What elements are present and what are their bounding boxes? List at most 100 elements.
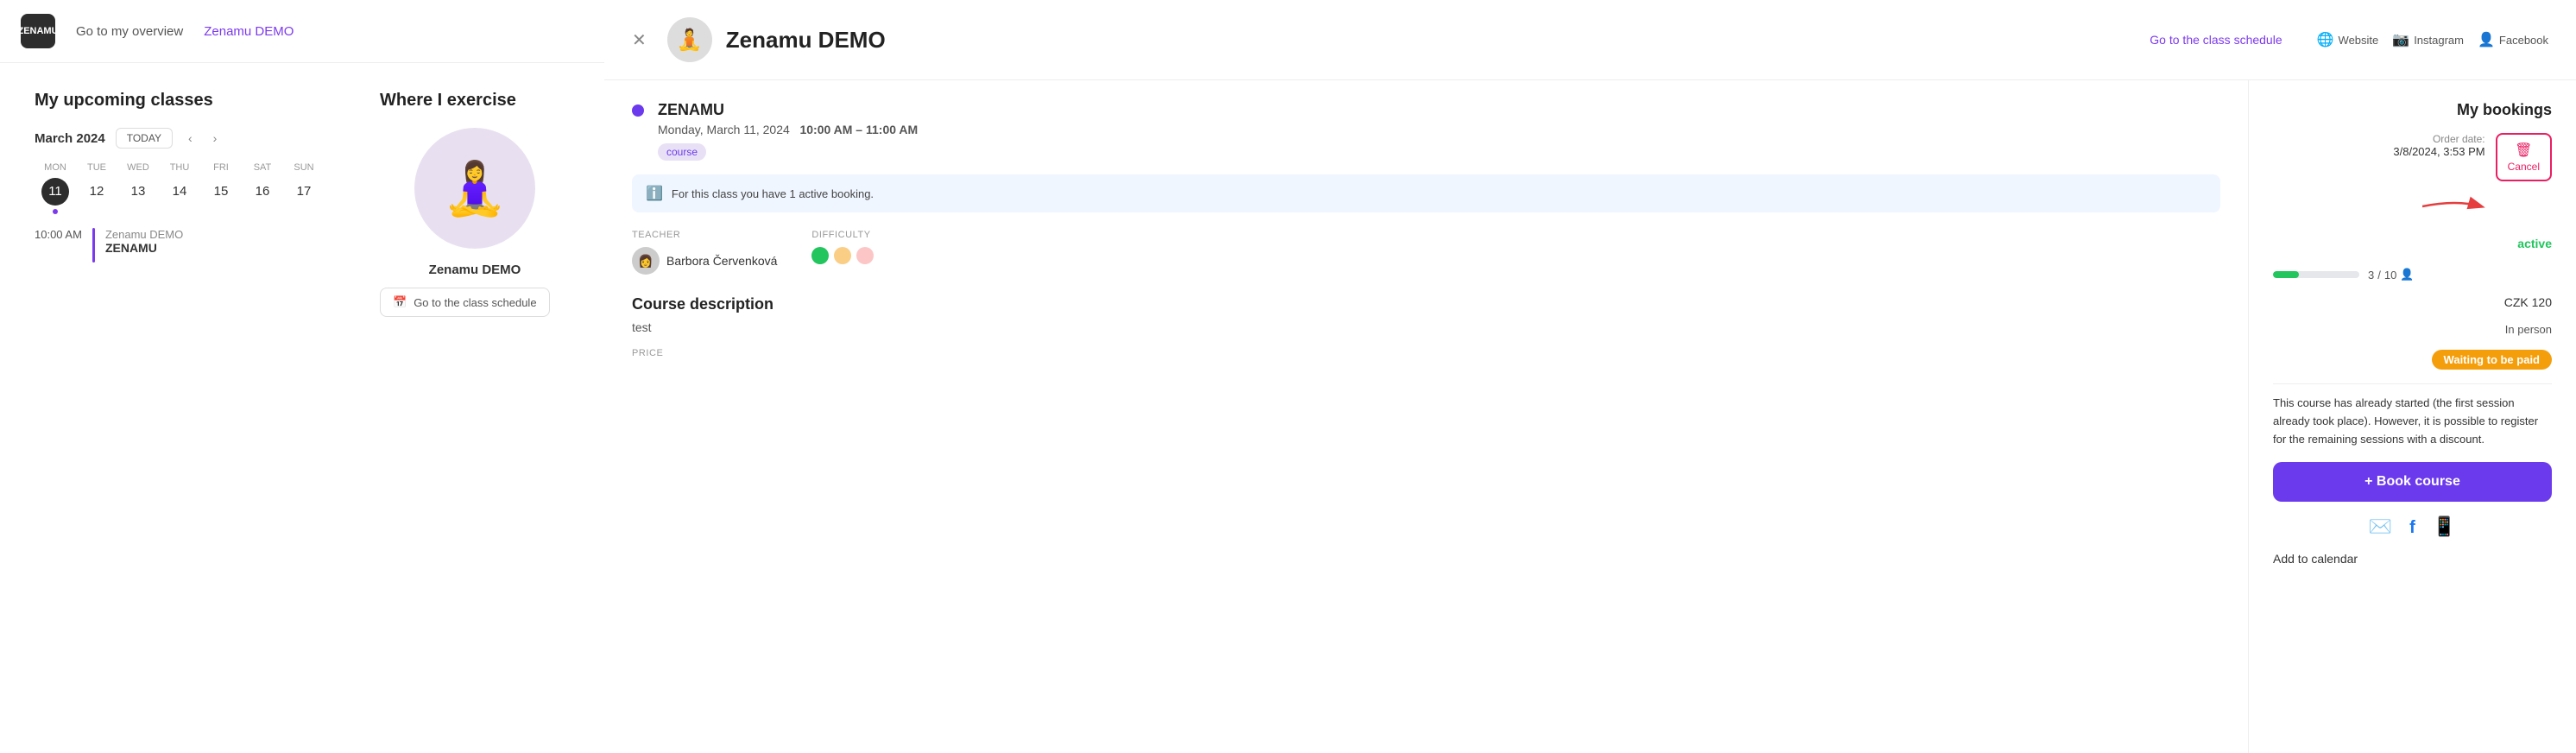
schedule-button[interactable]: 📅 Go to the class schedule [380, 288, 550, 317]
calendar-icon: 📅 [393, 295, 407, 309]
difficulty-dots [811, 247, 874, 264]
event-bar [92, 228, 95, 263]
modal-main: ZENAMU Monday, March 11, 2024 10:00 AM –… [604, 80, 2248, 753]
modal-header: ✕ 🧘 Zenamu DEMO Go to the class schedule… [604, 0, 2576, 80]
day-mon[interactable]: MON 11 [35, 162, 76, 214]
diff-dot-3 [856, 247, 874, 264]
event-row: 10:00 AM Zenamu DEMO ZENAMU [35, 228, 345, 263]
where-title: Where I exercise [380, 91, 570, 111]
add-calendar[interactable]: Add to calendar [2273, 552, 2552, 566]
prev-week-button[interactable]: ‹ [183, 130, 198, 147]
modal-sidebar: My bookings Order date: 3/8/2024, 3:53 P… [2248, 80, 2576, 753]
event-time: 10:00 AM [35, 228, 82, 241]
order-date: 3/8/2024, 3:53 PM [2393, 145, 2484, 158]
diff-dot-2 [834, 247, 851, 264]
where-section: Where I exercise 🧘‍♀️ Zenamu DEMO 📅 Go t… [380, 91, 570, 725]
upcoming-classes-title: My upcoming classes [35, 91, 345, 111]
modal: ✕ 🧘 Zenamu DEMO Go to the class schedule… [604, 0, 2576, 753]
month-label: March 2024 [35, 131, 105, 146]
price-label: PRICE [632, 348, 2220, 358]
facebook-share-icon: f [2409, 518, 2415, 537]
email-icon: ✉️ [2369, 516, 2392, 537]
today-button[interactable]: TODAY [116, 128, 173, 149]
upcoming-classes: My upcoming classes March 2024 TODAY ‹ ›… [35, 91, 345, 725]
class-datetime: Monday, March 11, 2024 10:00 AM – 11:00 … [658, 123, 2220, 136]
class-info: ZENAMU Monday, March 11, 2024 10:00 AM –… [658, 101, 2220, 161]
event-studio: Zenamu DEMO [105, 228, 183, 241]
studio-title: Zenamu DEMO [380, 263, 570, 277]
bookings-title: My bookings [2273, 101, 2552, 119]
diff-dot-1 [811, 247, 829, 264]
meta-row: TEACHER 👩 Barbora Červenková DIFFICULTY [632, 230, 2220, 275]
teacher-avatar: 👩 [632, 247, 660, 275]
capacity-label: 3/10 👤 [2368, 268, 2415, 282]
social-links: 🌐 Website 📷 Instagram 👤 Facebook [2317, 31, 2548, 48]
order-info: Order date: 3/8/2024, 3:53 PM [2393, 133, 2484, 158]
cancel-label: Cancel [2508, 161, 2540, 173]
day-fri[interactable]: FRI 15 [200, 162, 242, 214]
class-color-dot [632, 104, 644, 117]
logo-icon: ZENAMU [21, 14, 55, 48]
left-panel: ZENAMU Go to my overview Zenamu DEMO My … [0, 0, 604, 753]
in-person: In person [2273, 323, 2552, 336]
modal-studio-name: Zenamu DEMO [726, 27, 1631, 54]
website-icon: 🌐 [2317, 31, 2334, 48]
modal-studio-logo: 🧘 [667, 17, 712, 62]
top-nav: ZENAMU Go to my overview Zenamu DEMO [0, 0, 604, 63]
event-class: ZENAMU [105, 241, 183, 255]
order-section: Order date: 3/8/2024, 3:53 PM 🗑 Cancel [2273, 133, 2552, 181]
modal-schedule-link[interactable]: Go to the class schedule [2150, 33, 2282, 47]
event-info: Zenamu DEMO ZENAMU [105, 228, 183, 255]
studio-name-link[interactable]: Zenamu DEMO [204, 24, 294, 39]
info-icon: ℹ️ [646, 185, 663, 202]
share-facebook-button[interactable]: f [2409, 516, 2415, 538]
day-sat[interactable]: SAT 16 [242, 162, 283, 214]
difficulty-label: DIFFICULTY [811, 230, 874, 240]
cancel-button[interactable]: 🗑 Cancel [2496, 133, 2552, 181]
close-button[interactable]: ✕ [632, 29, 647, 51]
progress-bar [2273, 271, 2359, 278]
info-banner: ℹ️ For this class you have 1 active book… [632, 174, 2220, 212]
arrow-indicator [2273, 195, 2491, 223]
class-tag: course [658, 143, 706, 161]
book-course-button[interactable]: + Book course [2273, 462, 2552, 502]
teacher-label: TEACHER [632, 230, 777, 240]
day-wed[interactable]: WED 13 [117, 162, 159, 214]
course-desc-heading: Course description [632, 295, 2220, 313]
price-amount: CZK 120 [2273, 295, 2552, 309]
teacher-section: TEACHER 👩 Barbora Červenková [632, 230, 777, 275]
go-to-overview-link[interactable]: Go to my overview [76, 24, 183, 39]
studio-figure-icon: 🧘‍♀️ [443, 158, 508, 219]
website-label: Website [2339, 34, 2379, 47]
progress-fill [2273, 271, 2299, 278]
share-whatsapp-button[interactable]: 📱 [2433, 516, 2456, 538]
share-row: ✉️ f 📱 [2273, 516, 2552, 538]
next-week-button[interactable]: › [208, 130, 223, 147]
status-badge: active [2273, 237, 2552, 250]
studio-logo-emoji: 🧘 [677, 28, 703, 53]
logo: ZENAMU [21, 14, 55, 48]
course-desc-text: test [632, 320, 2220, 334]
whatsapp-icon: 📱 [2433, 516, 2456, 537]
day-thu[interactable]: THU 14 [159, 162, 200, 214]
difficulty-section: DIFFICULTY [811, 230, 874, 275]
studio-image: 🧘‍♀️ [414, 128, 535, 249]
class-row: ZENAMU Monday, March 11, 2024 10:00 AM –… [632, 101, 2220, 161]
person-icon: 👤 [2400, 268, 2414, 282]
day-tue[interactable]: TUE 12 [76, 162, 117, 214]
day-sun[interactable]: SUN 17 [283, 162, 325, 214]
website-link[interactable]: 🌐 Website [2317, 31, 2379, 48]
facebook-link[interactable]: 👤 Facebook [2478, 31, 2548, 48]
capacity-row: 3/10 👤 [2273, 268, 2552, 282]
teacher-row: 👩 Barbora Červenková [632, 247, 777, 275]
promo-text: This course has already started (the fir… [2273, 383, 2552, 448]
cancel-icon: 🗑 [2515, 142, 2532, 159]
instagram-icon: 📷 [2392, 31, 2409, 48]
facebook-icon: 👤 [2478, 31, 2495, 48]
share-email-button[interactable]: ✉️ [2369, 516, 2392, 538]
class-studio-name: ZENAMU [658, 101, 2220, 119]
facebook-label: Facebook [2499, 34, 2548, 47]
instagram-link[interactable]: 📷 Instagram [2392, 31, 2464, 48]
teacher-name: Barbora Červenková [666, 254, 777, 268]
calendar-header: March 2024 TODAY ‹ › [35, 128, 345, 149]
